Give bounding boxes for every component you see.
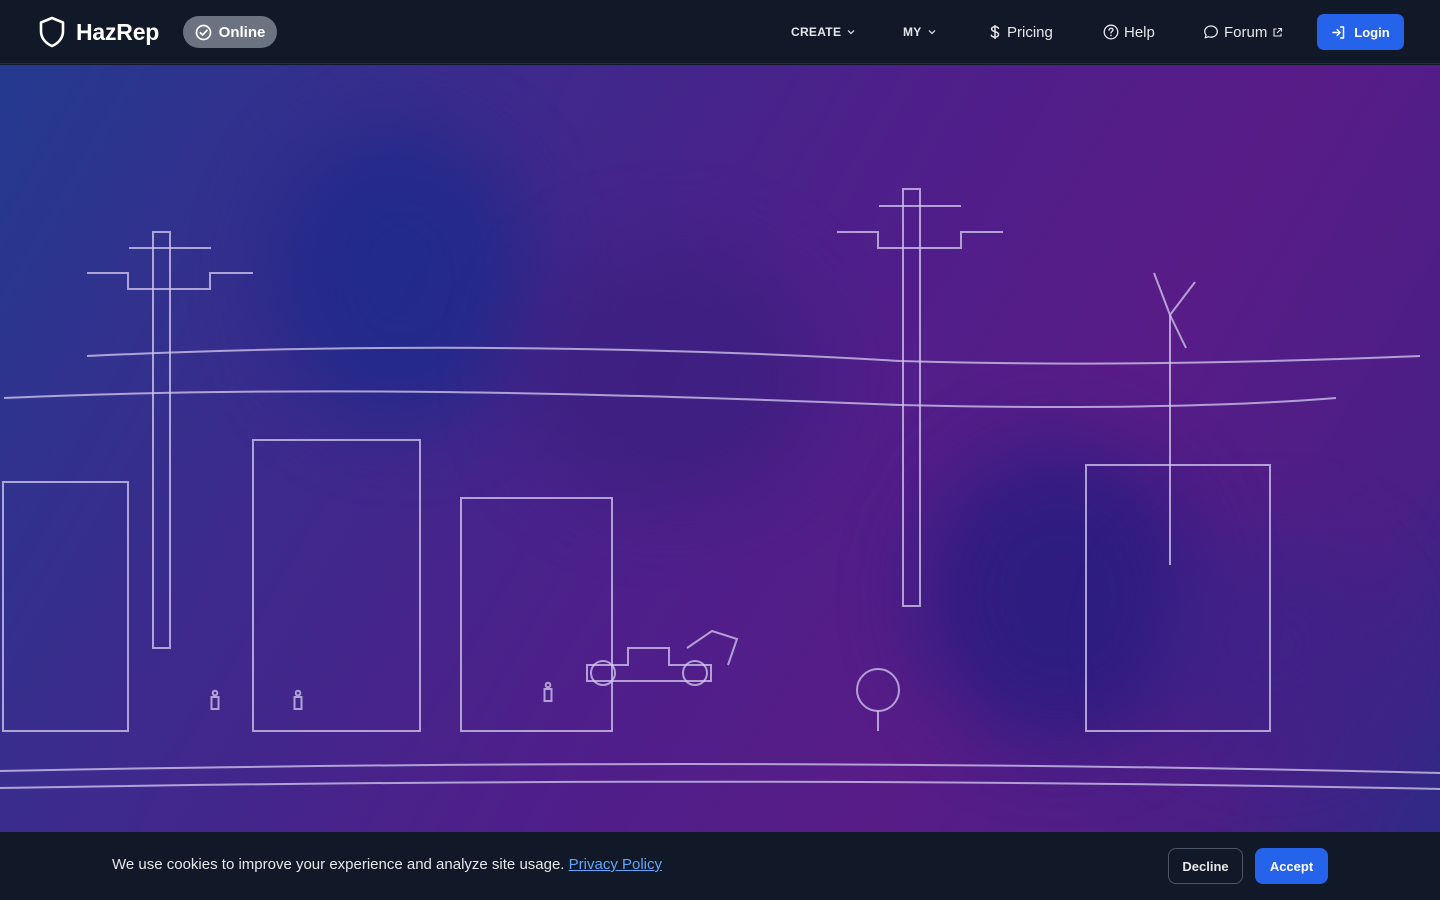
privacy-policy-link[interactable]: Privacy Policy bbox=[569, 856, 662, 873]
nav-pricing-label: Pricing bbox=[1007, 23, 1053, 41]
cookie-decline-button[interactable]: Decline bbox=[1168, 848, 1243, 884]
brand-name: HazRep bbox=[76, 18, 160, 45]
nav-help-link[interactable]: Help bbox=[1103, 20, 1155, 44]
help-circle-icon bbox=[1103, 24, 1119, 40]
nav-pricing-link[interactable]: Pricing bbox=[988, 20, 1053, 44]
nav-create-label: CREATE bbox=[791, 25, 842, 39]
chevron-down-icon bbox=[927, 27, 937, 37]
nav-forum-label: Forum bbox=[1224, 23, 1268, 41]
shield-icon bbox=[38, 16, 66, 48]
login-label: Login bbox=[1354, 24, 1390, 40]
brand-logo-link[interactable]: HazRep bbox=[38, 16, 159, 48]
nav-my-label: MY bbox=[903, 25, 922, 39]
dollar-icon bbox=[988, 24, 1002, 40]
status-badge: Online bbox=[183, 16, 277, 48]
city-line-illustration bbox=[0, 188, 1440, 790]
top-navbar: HazRep Online CREATE MY Pricing Help For… bbox=[0, 0, 1440, 64]
hero-background bbox=[0, 65, 1440, 832]
check-circle-icon bbox=[195, 24, 212, 41]
cookie-message-row: We use cookies to improve your experienc… bbox=[112, 856, 662, 873]
nav-my-dropdown[interactable]: MY bbox=[903, 20, 937, 44]
cookie-accept-button[interactable]: Accept bbox=[1255, 848, 1328, 884]
cookie-message: We use cookies to improve your experienc… bbox=[112, 856, 565, 873]
chevron-down-icon bbox=[846, 27, 856, 37]
login-button[interactable]: Login bbox=[1317, 14, 1404, 50]
nav-create-dropdown[interactable]: CREATE bbox=[791, 20, 856, 44]
external-link-icon bbox=[1272, 27, 1283, 38]
status-label: Online bbox=[218, 23, 266, 41]
nav-help-label: Help bbox=[1124, 23, 1155, 41]
nav-forum-link[interactable]: Forum bbox=[1203, 20, 1283, 44]
login-icon bbox=[1331, 25, 1346, 40]
chat-bubble-icon bbox=[1203, 24, 1219, 40]
